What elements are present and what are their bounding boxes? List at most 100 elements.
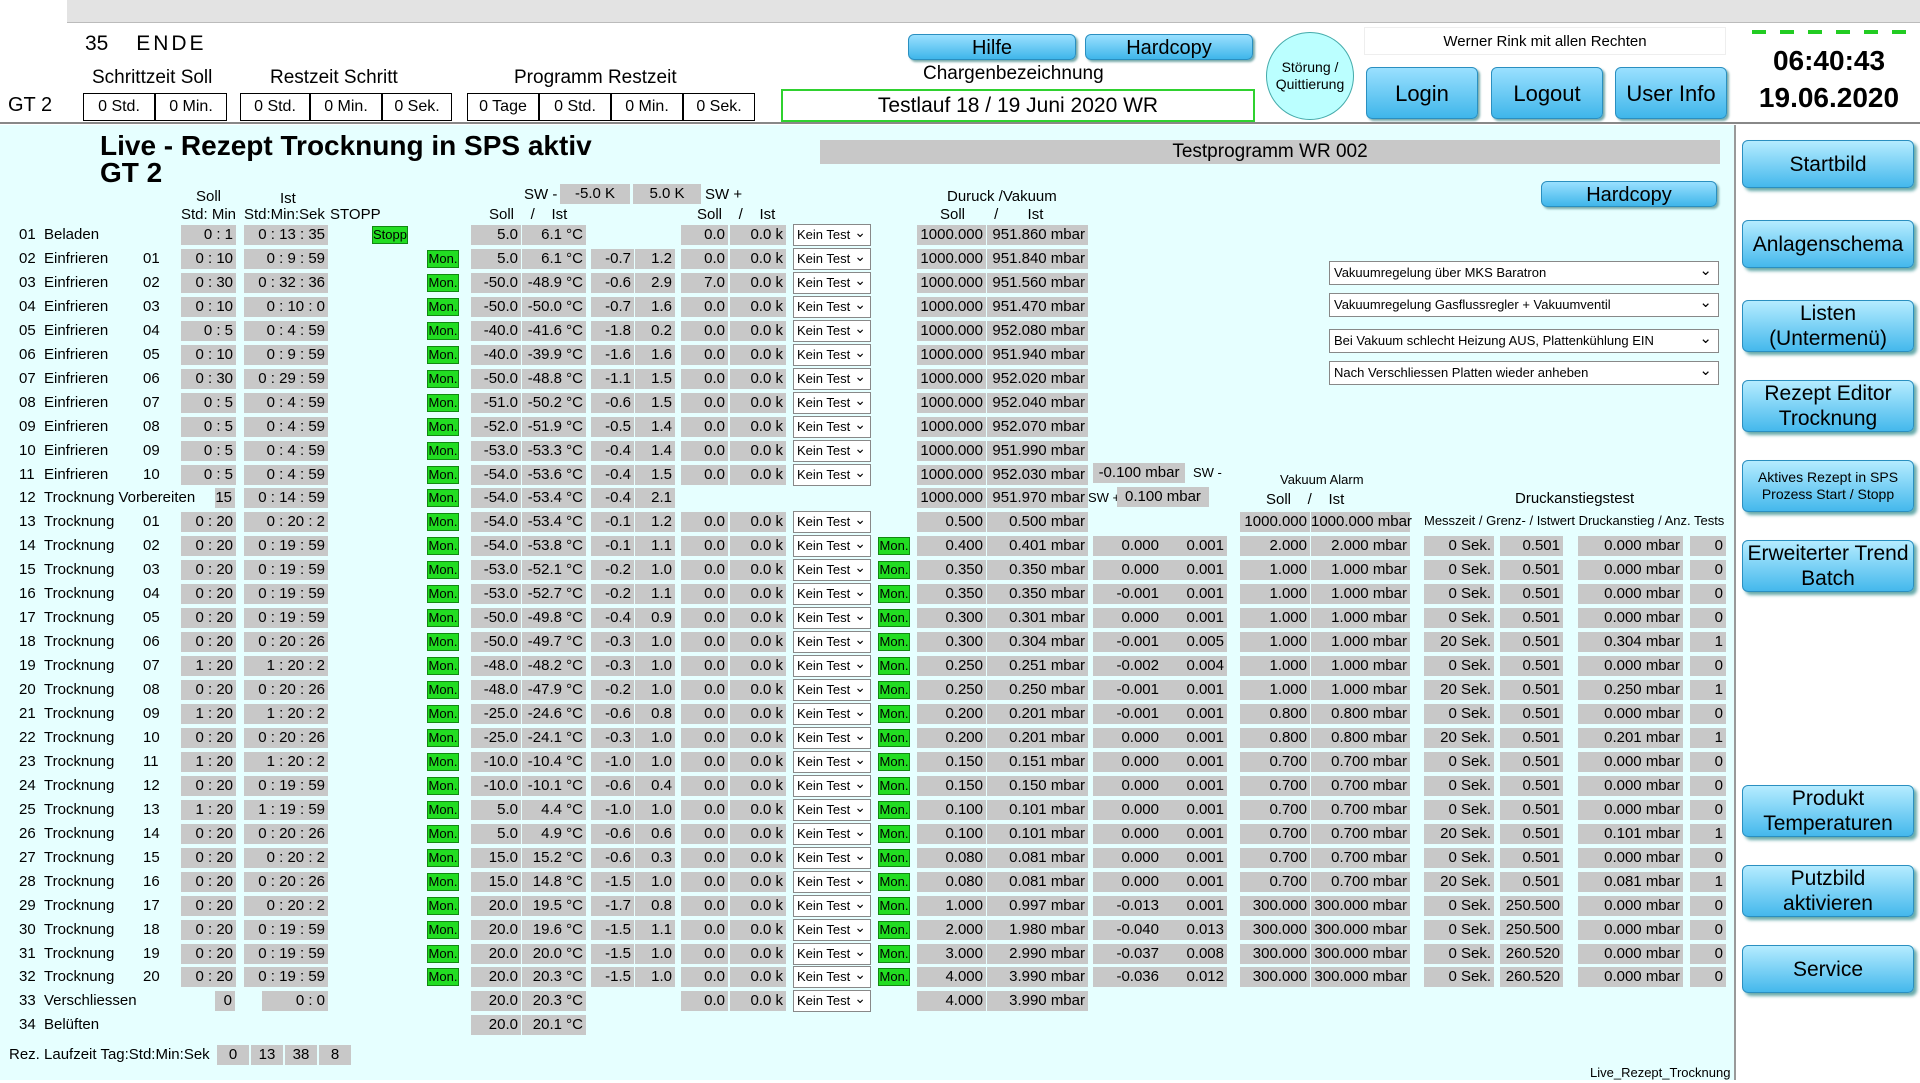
test-select[interactable]: Kein Test	[793, 823, 871, 845]
mon-button[interactable]: Mon.	[427, 418, 459, 436]
test-select[interactable]: Kein Test	[793, 392, 871, 414]
dropdown-heizung[interactable]: Bei Vakuum schlecht Heizung AUS, Platten…	[1329, 329, 1719, 353]
mon-button[interactable]: Mon.	[427, 753, 459, 771]
produkt-temperaturen-button[interactable]: Produkt Temperaturen	[1742, 785, 1914, 837]
mon-pressure-button[interactable]: Mon.	[878, 609, 910, 627]
test-select[interactable]: Kein Test	[793, 559, 871, 581]
test-select[interactable]: Kein Test	[793, 631, 871, 653]
mon-button[interactable]: Mon.	[427, 537, 459, 555]
aktives-rezept-button[interactable]: Aktives Rezept in SPS Prozess Start / Sto…	[1742, 460, 1914, 512]
dropdown-vakuum-gasfluss[interactable]: Vakuumregelung Gasflussregler + Vakuumve…	[1329, 293, 1719, 317]
test-select[interactable]: Kein Test	[793, 966, 871, 988]
startbild-button[interactable]: Startbild	[1742, 140, 1914, 188]
test-select[interactable]: Kein Test	[793, 248, 871, 270]
mon-button[interactable]: Mon.	[427, 250, 459, 268]
anlagenschema-button[interactable]: Anlagenschema	[1742, 220, 1914, 268]
test-select[interactable]: Kein Test	[793, 943, 871, 965]
mon-button[interactable]: Mon.	[427, 705, 459, 723]
mon-button[interactable]: Mon.	[427, 298, 459, 316]
mon-pressure-button[interactable]: Mon.	[878, 729, 910, 747]
mon-button[interactable]: Mon.	[427, 609, 459, 627]
test-select[interactable]: Kein Test	[793, 320, 871, 342]
main-hardcopy-button[interactable]: Hardcopy	[1541, 181, 1717, 207]
service-button[interactable]: Service	[1742, 945, 1914, 993]
mon-pressure-button[interactable]: Mon.	[878, 753, 910, 771]
mon-button[interactable]: Mon.	[427, 513, 459, 531]
mon-button[interactable]: Mon.	[427, 873, 459, 891]
mon-button[interactable]: Mon.	[427, 657, 459, 675]
mon-button[interactable]: Mon.	[427, 681, 459, 699]
mon-button[interactable]: Mon.	[427, 561, 459, 579]
mon-pressure-button[interactable]: Mon.	[878, 968, 910, 986]
test-select[interactable]: Kein Test	[793, 871, 871, 893]
test-select[interactable]: Kein Test	[793, 919, 871, 941]
rezept-editor-button[interactable]: Rezept Editor Trocknung	[1742, 380, 1914, 432]
stopp-button[interactable]: Stopp	[372, 226, 408, 244]
test-select[interactable]: Kein Test	[793, 344, 871, 366]
trend-batch-button[interactable]: Erweiterter Trend Batch	[1742, 540, 1914, 592]
mon-pressure-button[interactable]: Mon.	[878, 537, 910, 555]
userinfo-button[interactable]: User Info	[1615, 67, 1727, 119]
hardcopy-button[interactable]: Hardcopy	[1085, 34, 1253, 60]
mon-button[interactable]: Mon.	[427, 729, 459, 747]
mon-button[interactable]: Mon.	[427, 777, 459, 795]
login-button[interactable]: Login	[1366, 67, 1478, 119]
mon-button[interactable]: Mon.	[427, 394, 459, 412]
test-select[interactable]: Kein Test	[793, 847, 871, 869]
mon-button[interactable]: Mon.	[427, 489, 459, 507]
mon-button[interactable]: Mon.	[427, 466, 459, 484]
mon-button[interactable]: Mon.	[427, 921, 459, 939]
test-select[interactable]: Kein Test	[793, 440, 871, 462]
mon-button[interactable]: Mon.	[427, 442, 459, 460]
dropdown-platten[interactable]: Nach Verschliessen Platten wieder anhebe…	[1329, 361, 1719, 385]
mon-button[interactable]: Mon.	[427, 346, 459, 364]
test-select[interactable]: Kein Test	[793, 511, 871, 533]
mon-pressure-button[interactable]: Mon.	[878, 897, 910, 915]
test-select[interactable]: Kein Test	[793, 727, 871, 749]
listen-button[interactable]: Listen (Untermenü)	[1742, 300, 1914, 352]
mon-pressure-button[interactable]: Mon.	[878, 705, 910, 723]
mon-button[interactable]: Mon.	[427, 274, 459, 292]
test-select[interactable]: Kein Test	[793, 679, 871, 701]
mon-button[interactable]: Mon.	[427, 897, 459, 915]
mon-button[interactable]: Mon.	[427, 370, 459, 388]
mon-button[interactable]: Mon.	[427, 633, 459, 651]
mon-pressure-button[interactable]: Mon.	[878, 777, 910, 795]
mon-pressure-button[interactable]: Mon.	[878, 921, 910, 939]
mon-pressure-button[interactable]: Mon.	[878, 561, 910, 579]
test-select[interactable]: Kein Test	[793, 799, 871, 821]
hilfe-button[interactable]: Hilfe	[908, 34, 1076, 60]
mon-button[interactable]: Mon.	[427, 849, 459, 867]
test-select[interactable]: Kein Test	[793, 368, 871, 390]
test-select[interactable]: Kein Test	[793, 775, 871, 797]
logout-button[interactable]: Logout	[1491, 67, 1603, 119]
mon-button[interactable]: Mon.	[427, 825, 459, 843]
mon-button[interactable]: Mon.	[427, 945, 459, 963]
test-select[interactable]: Kein Test	[793, 272, 871, 294]
mon-pressure-button[interactable]: Mon.	[878, 825, 910, 843]
mon-pressure-button[interactable]: Mon.	[878, 585, 910, 603]
test-select[interactable]: Kein Test	[793, 535, 871, 557]
test-select[interactable]: Kein Test	[793, 416, 871, 438]
test-select[interactable]: Kein Test	[793, 990, 871, 1012]
test-select[interactable]: Kein Test	[793, 224, 871, 246]
test-select[interactable]: Kein Test	[793, 464, 871, 486]
test-select[interactable]: Kein Test	[793, 895, 871, 917]
test-select[interactable]: Kein Test	[793, 751, 871, 773]
test-select[interactable]: Kein Test	[793, 703, 871, 725]
mon-button[interactable]: Mon.	[427, 801, 459, 819]
test-select[interactable]: Kein Test	[793, 583, 871, 605]
mon-button[interactable]: Mon.	[427, 968, 459, 986]
mon-pressure-button[interactable]: Mon.	[878, 801, 910, 819]
putzbild-button[interactable]: Putzbild aktivieren	[1742, 865, 1914, 917]
mon-pressure-button[interactable]: Mon.	[878, 945, 910, 963]
mon-button[interactable]: Mon.	[427, 585, 459, 603]
dropdown-vakuum-baratron[interactable]: Vakuumregelung über MKS Baratron ⌄	[1329, 261, 1719, 285]
mon-pressure-button[interactable]: Mon.	[878, 657, 910, 675]
mon-pressure-button[interactable]: Mon.	[878, 681, 910, 699]
chargen-field[interactable]: Testlauf 18 / 19 Juni 2020 WR	[781, 89, 1255, 122]
mon-pressure-button[interactable]: Mon.	[878, 633, 910, 651]
test-select[interactable]: Kein Test	[793, 655, 871, 677]
mon-button[interactable]: Mon.	[427, 322, 459, 340]
stoerung-button[interactable]: Störung / Quittierung	[1266, 32, 1354, 120]
